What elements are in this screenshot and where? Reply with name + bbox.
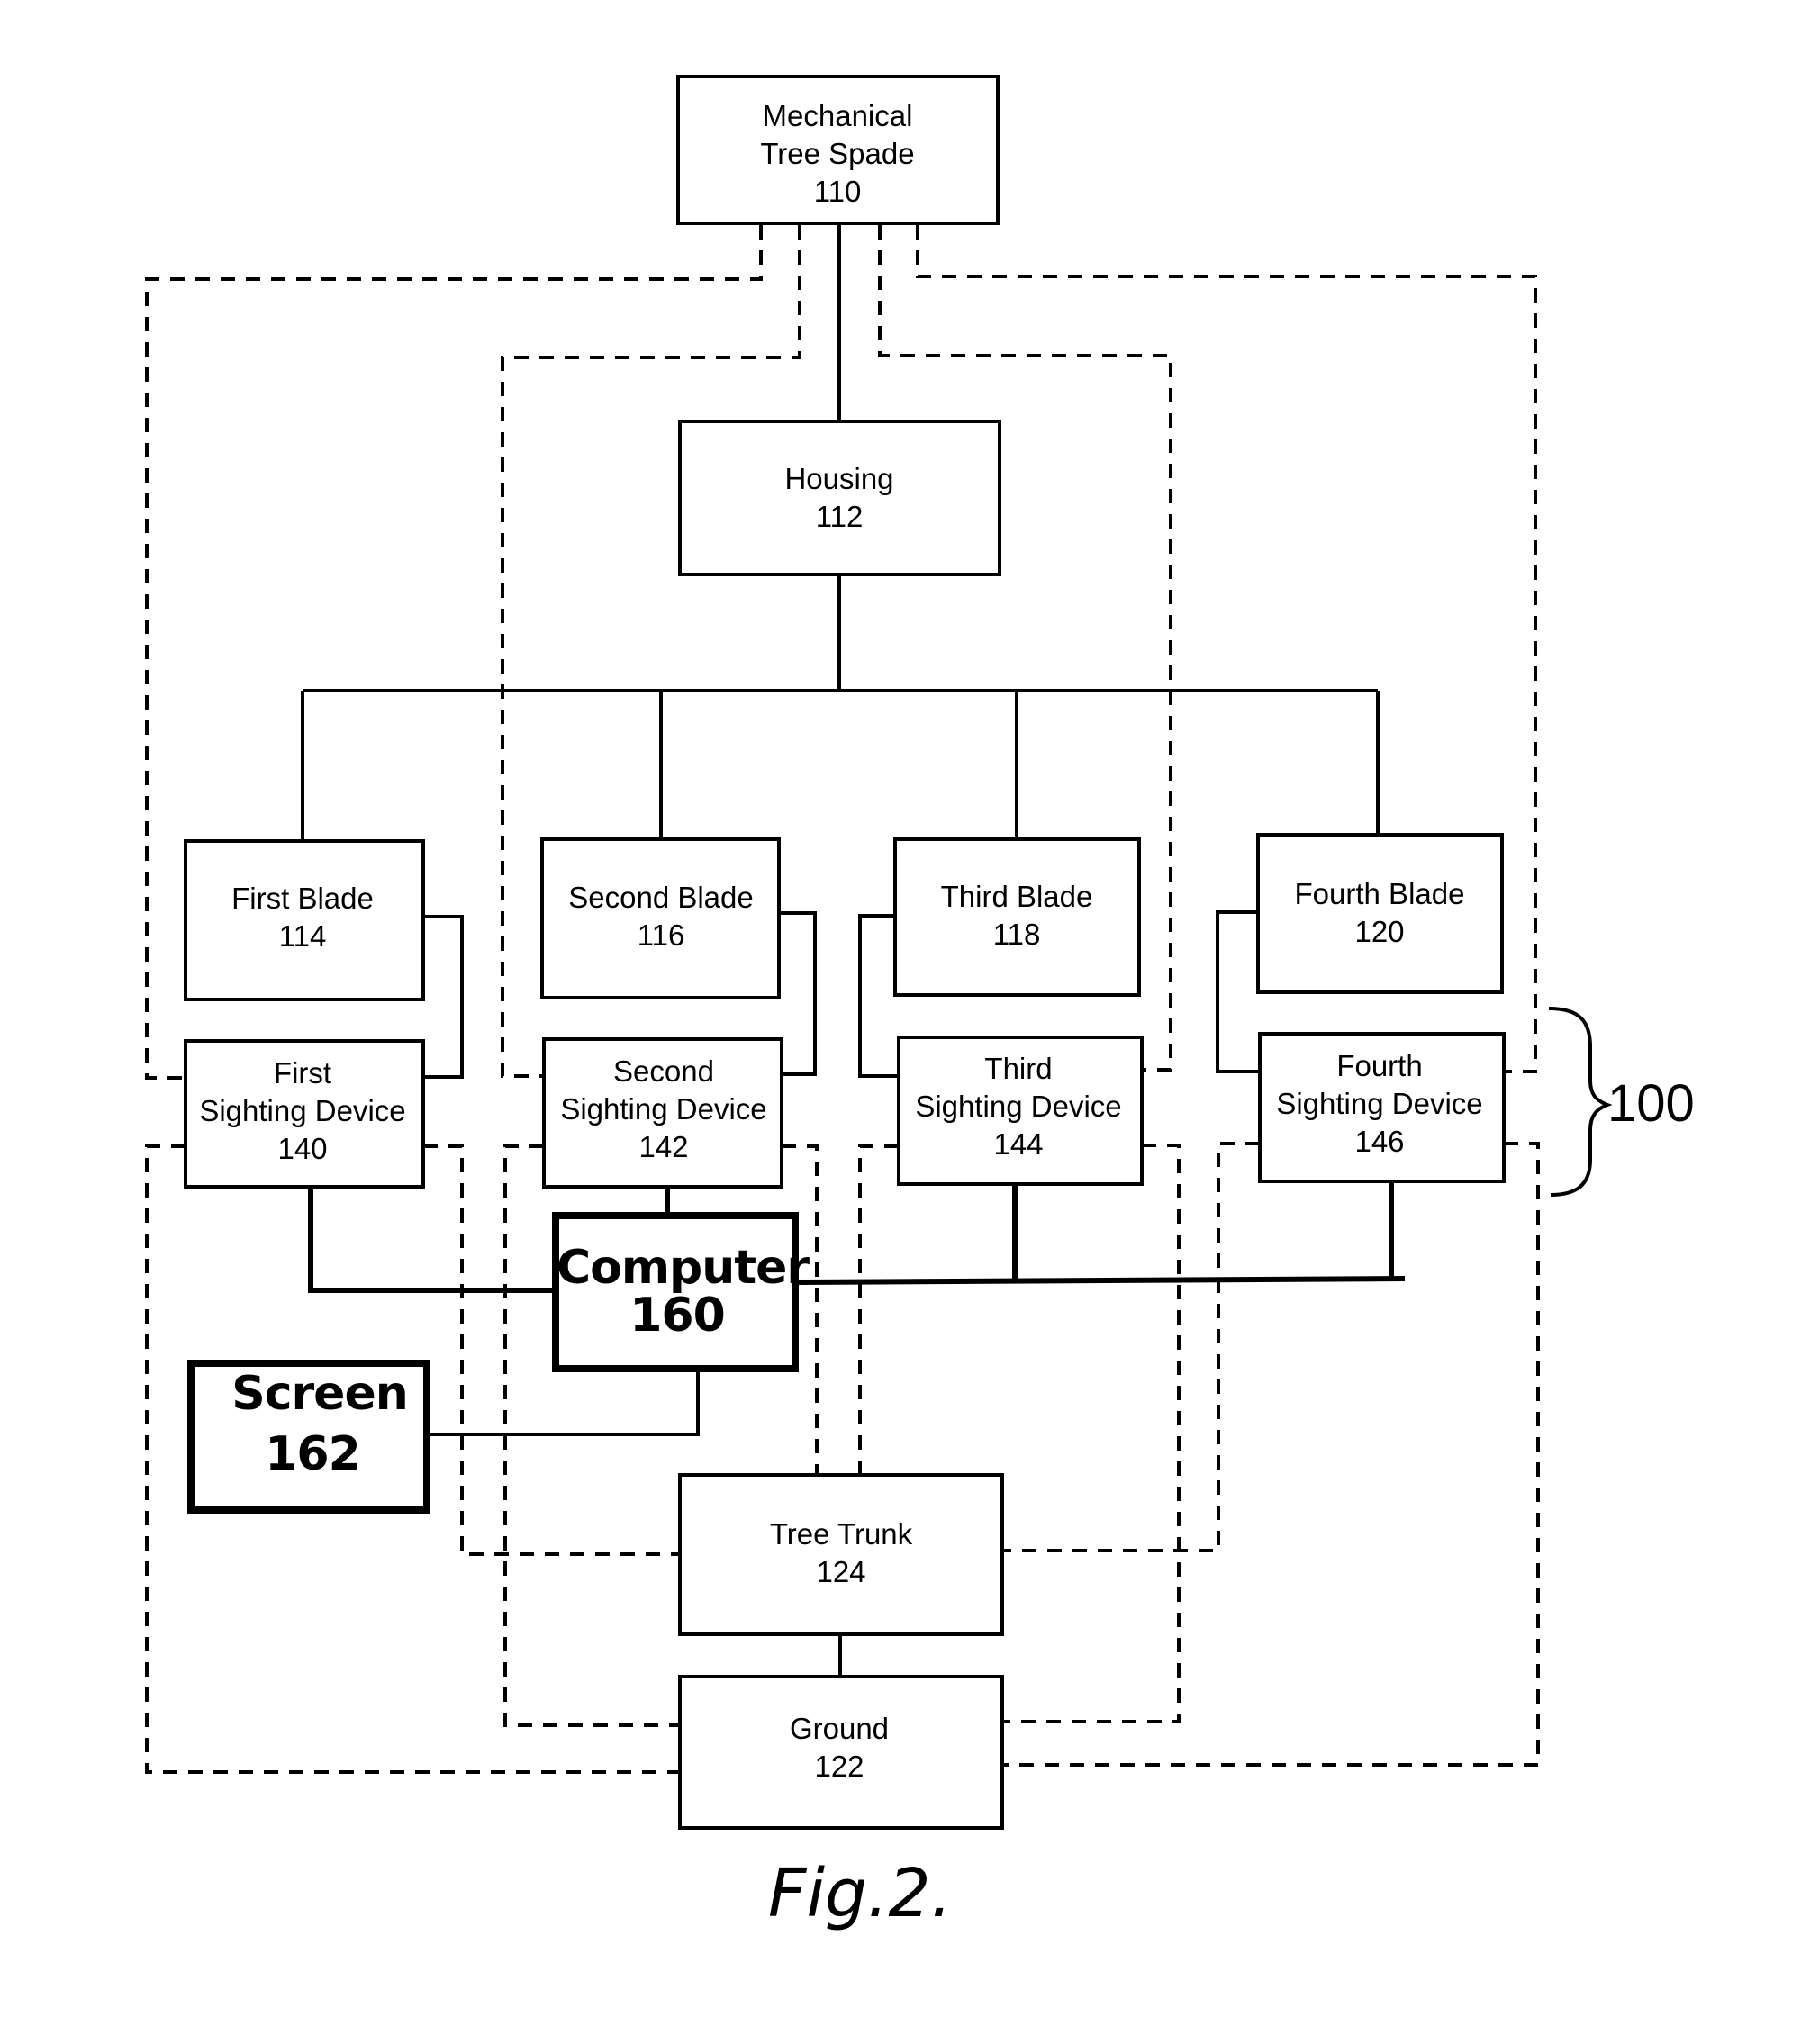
first-sighting-line-2: Sighting Device (199, 1094, 405, 1127)
link-second-blade-sighting (779, 911, 817, 1076)
ground-ref: 122 (814, 1750, 864, 1783)
wire-computer-bus-right (794, 1276, 1406, 1285)
screen-ref: 162 (265, 1427, 360, 1481)
housing-label: Housing (784, 462, 893, 495)
dashed-trunk-right-inner (858, 1144, 899, 1475)
block-first-blade: First Blade 114 (184, 839, 425, 1001)
first-blade-ref: 114 (279, 919, 327, 953)
fourth-blade-ref: 120 (1354, 915, 1404, 948)
computer-ref: 160 (629, 1289, 725, 1343)
third-blade-ref: 118 (993, 918, 1041, 951)
housing-ref: 112 (816, 500, 864, 533)
fourth-sighting-line-2: Sighting Device (1276, 1087, 1482, 1120)
link-third-blade-sighting (858, 914, 899, 1078)
fourth-sighting-ref: 146 (1354, 1125, 1404, 1158)
second-sighting-line-2: Sighting Device (560, 1092, 766, 1126)
fourth-blade-label: Fourth Blade (1295, 877, 1465, 910)
block-tree-spade: Mechanical Tree Spade 110 (676, 75, 1000, 225)
second-blade-ref: 116 (638, 918, 685, 952)
block-second-sighting-device: Second Sighting Device 142 (542, 1037, 783, 1189)
curly-brace-icon (1548, 1007, 1613, 1197)
third-sighting-ref: 144 (993, 1127, 1043, 1161)
first-blade-label: First Blade (231, 882, 374, 915)
patent-block-diagram: Mechanical Tree Spade 110 Housing 112 Fi… (145, 75, 1695, 1932)
block-third-sighting-device: Third Sighting Device 144 (897, 1036, 1144, 1186)
block-third-blade: Third Blade 118 (893, 837, 1141, 997)
second-sighting-line-1: Second (613, 1054, 714, 1088)
block-fourth-blade: Fourth Blade 120 (1256, 833, 1504, 994)
link-fourth-blade-sighting (1216, 910, 1260, 1073)
first-sighting-line-1: First (274, 1056, 331, 1090)
ground-label: Ground (790, 1712, 889, 1745)
third-blade-label: Third Blade (941, 880, 1093, 913)
block-housing: Housing 112 (678, 420, 1001, 576)
block-screen: Screen 162 (187, 1360, 430, 1514)
block-computer: Computer 160 (552, 1212, 810, 1372)
wire-first-sighting-computer (308, 1187, 556, 1293)
dashed-outer-right-lower (1002, 1142, 1540, 1767)
first-sighting-ref: 140 (277, 1132, 327, 1165)
second-sighting-ref: 142 (638, 1130, 688, 1163)
wire-computer-screen (428, 1369, 700, 1436)
screen-label: Screen (231, 1367, 407, 1421)
block-second-blade: Second Blade 116 (540, 837, 781, 999)
block-fourth-sighting-device: Fourth Sighting Device 146 (1258, 1032, 1506, 1183)
third-sighting-line-1: Third (984, 1052, 1052, 1085)
link-first-blade-sighting (423, 915, 464, 1079)
tree-spade-line-2: Tree Spade (760, 137, 914, 170)
tree-trunk-ref: 124 (816, 1555, 865, 1588)
block-ground: Ground 122 (678, 1675, 1004, 1830)
tree-spade-ref: 110 (814, 175, 862, 208)
dashed-inner-right-lower (1002, 1144, 1181, 1723)
figure-caption: Fig.2. (768, 1855, 952, 1932)
block-tree-trunk: Tree Trunk 124 (678, 1473, 1004, 1636)
second-blade-label: Second Blade (568, 881, 754, 914)
dashed-trunk-right-outer (1002, 1142, 1260, 1552)
system-reference-number: 100 (1607, 1074, 1695, 1133)
computer-label: Computer (557, 1241, 810, 1295)
third-sighting-line-2: Sighting Device (915, 1090, 1121, 1123)
block-first-sighting-device: First Sighting Device 140 (184, 1039, 425, 1189)
fourth-sighting-line-1: Fourth (1336, 1049, 1422, 1082)
system-brace: 100 (1548, 1007, 1695, 1197)
tree-spade-line-1: Mechanical (763, 99, 913, 132)
tree-trunk-label: Tree Trunk (770, 1517, 913, 1551)
